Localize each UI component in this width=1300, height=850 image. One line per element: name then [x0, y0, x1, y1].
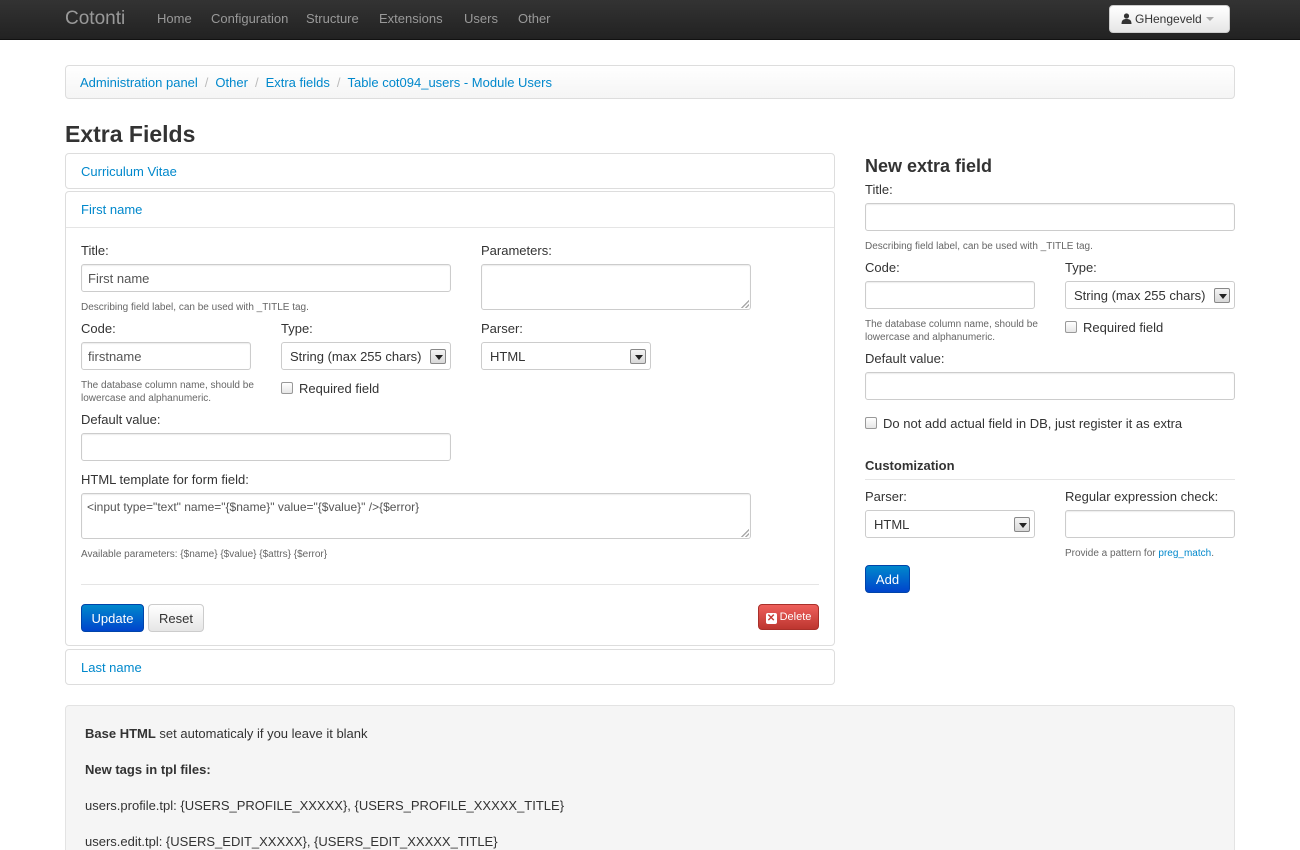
- new-parser-select-value: HTML: [874, 517, 910, 532]
- code-label: Code:: [81, 321, 116, 336]
- breadcrumb-admin-panel[interactable]: Administration panel: [80, 75, 198, 90]
- user-icon: [1121, 13, 1132, 24]
- html-template-help: Available parameters: {$name} {$value} {…: [81, 549, 328, 560]
- reset-button[interactable]: Reset: [148, 604, 204, 632]
- nav-other[interactable]: Other: [518, 11, 551, 26]
- new-code-label: Code:: [865, 260, 900, 275]
- new-default-label: Default value:: [865, 351, 945, 366]
- delete-button-label: Delete: [779, 611, 812, 623]
- html-template-textarea[interactable]: <input type="text" name="{$name}" value=…: [81, 493, 751, 539]
- code-help: The database column name, should be lowe…: [81, 380, 254, 404]
- resize-grip-icon[interactable]: [741, 529, 749, 537]
- accordion-link-cv[interactable]: Curriculum Vitae: [81, 164, 177, 179]
- new-parser-select[interactable]: HTML: [865, 510, 1035, 538]
- parser-label: Parser:: [481, 321, 523, 336]
- breadcrumb-separator: /: [254, 75, 259, 90]
- new-title-input[interactable]: [865, 203, 1235, 231]
- brand-logo[interactable]: Cotonti: [65, 8, 125, 30]
- new-parser-label: Parser:: [865, 489, 907, 504]
- nav-users[interactable]: Users: [464, 11, 498, 26]
- regex-input[interactable]: [1065, 510, 1235, 538]
- nav-home[interactable]: Home: [157, 11, 192, 26]
- breadcrumb-other[interactable]: Other: [215, 75, 248, 90]
- new-tags-heading: New tags in tpl files:: [85, 762, 1215, 777]
- add-button[interactable]: Add: [865, 565, 910, 593]
- close-icon: ✕: [765, 613, 777, 624]
- regex-label: Regular expression check:: [1065, 489, 1219, 504]
- required-label: Required field: [299, 381, 380, 396]
- title-input[interactable]: First name: [81, 264, 451, 292]
- new-code-input[interactable]: [865, 281, 1035, 309]
- code-input[interactable]: firstname: [81, 342, 251, 370]
- resize-grip-icon[interactable]: [741, 300, 749, 308]
- chevron-down-icon: [630, 349, 646, 364]
- html-template-value: <input type="text" name="{$name}" value=…: [87, 500, 420, 514]
- edit-tags-line: users.edit.tpl: {USERS_EDIT_XXXXX}, {USE…: [85, 834, 498, 849]
- chevron-down-icon: [1014, 517, 1030, 532]
- new-required-label: Required field: [1083, 320, 1164, 335]
- required-checkbox[interactable]: [281, 382, 293, 394]
- customization-heading: Customization: [865, 458, 1235, 480]
- nav-extensions[interactable]: Extensions: [379, 11, 443, 26]
- update-button[interactable]: Update: [81, 604, 144, 632]
- new-required-checkbox[interactable]: [1065, 321, 1077, 333]
- noalter-checkbox[interactable]: [865, 417, 877, 429]
- new-default-input[interactable]: [865, 372, 1235, 400]
- chevron-down-icon: [430, 349, 446, 364]
- type-select[interactable]: String (max 255 chars): [281, 342, 451, 370]
- chevron-down-icon: [1214, 288, 1230, 303]
- chevron-down-icon: [1205, 17, 1214, 21]
- accordion-link-first-name[interactable]: First name: [81, 202, 142, 217]
- accordion-item-last-name[interactable]: Last name: [65, 649, 835, 685]
- new-type-label: Type:: [1065, 260, 1097, 275]
- regex-help: Provide a pattern for preg_match.: [1065, 547, 1214, 560]
- divider: [81, 584, 819, 585]
- profile-tags-line: users.profile.tpl: {USERS_PROFILE_XXXXX}…: [85, 798, 565, 813]
- info-well: Base HTML set automaticaly if you leave …: [65, 705, 1235, 850]
- breadcrumb: Administration panel / Other / Extra fields /…: [65, 65, 1235, 99]
- parameters-textarea[interactable]: [481, 264, 751, 310]
- accordion-link-last-name[interactable]: Last name: [81, 660, 142, 675]
- accordion-item-cv[interactable]: Curriculum Vitae: [65, 153, 835, 189]
- parameters-label: Parameters:: [481, 243, 552, 258]
- base-html-note: Base HTML set automaticaly if you leave …: [85, 726, 1215, 741]
- user-menu-button[interactable]: GHengeveld: [1109, 5, 1230, 33]
- new-type-select-value: String (max 255 chars): [1074, 288, 1206, 303]
- new-title-help: Describing field label, can be used with…: [865, 241, 1093, 252]
- top-navbar: Cotonti Home Configuration Structure Ext…: [0, 0, 1300, 40]
- new-type-select[interactable]: String (max 255 chars): [1065, 281, 1235, 309]
- base-html-bold: Base HTML: [85, 726, 156, 741]
- breadcrumb-users-table[interactable]: Table cot094_users - Module Users: [348, 75, 553, 90]
- type-select-value: String (max 255 chars): [290, 349, 422, 364]
- user-name: GHengeveld: [1135, 12, 1202, 26]
- base-html-text: set automaticaly if you leave it blank: [155, 726, 368, 741]
- regex-help-text: Provide a pattern for: [1065, 548, 1159, 559]
- delete-button[interactable]: ✕ Delete: [758, 604, 819, 630]
- page-title: Extra Fields: [65, 121, 196, 147]
- parser-select[interactable]: HTML: [481, 342, 651, 370]
- new-field-heading: New extra field: [865, 156, 993, 176]
- new-title-label: Title:: [865, 182, 893, 197]
- type-label: Type:: [281, 321, 313, 336]
- default-value-input[interactable]: [81, 433, 451, 461]
- noalter-label: Do not add actual field in DB, just regi…: [883, 416, 1183, 431]
- title-label: Title:: [81, 243, 109, 258]
- title-help: Describing field label, can be used with…: [81, 302, 309, 313]
- default-value-label: Default value:: [81, 412, 161, 427]
- parser-select-value: HTML: [490, 349, 526, 364]
- breadcrumb-separator: /: [204, 75, 209, 90]
- preg-match-link[interactable]: preg_match: [1158, 548, 1211, 559]
- nav-configuration[interactable]: Configuration: [211, 11, 288, 26]
- breadcrumb-extra-fields[interactable]: Extra fields: [266, 75, 330, 90]
- new-tags-bold: New tags in tpl files:: [85, 762, 211, 777]
- accordion-item-first-name: First name: [65, 191, 835, 646]
- html-template-label: HTML template for form field:: [81, 472, 249, 487]
- regex-help-suffix: .: [1211, 548, 1214, 559]
- nav-structure[interactable]: Structure: [306, 11, 359, 26]
- new-code-help: The database column name, should be lowe…: [865, 319, 1038, 343]
- breadcrumb-separator: /: [336, 75, 341, 90]
- accordion-header-first-name[interactable]: First name: [66, 192, 834, 228]
